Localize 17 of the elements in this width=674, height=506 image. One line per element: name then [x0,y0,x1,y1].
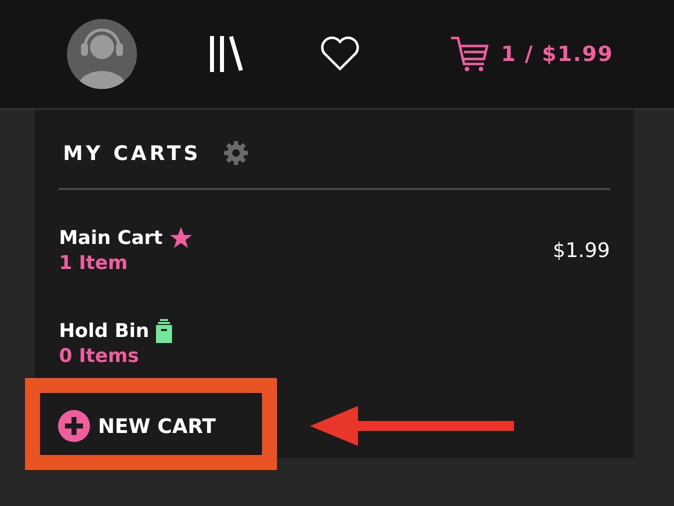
library-icon[interactable] [210,36,244,72]
star-icon [168,226,193,250]
cart-name: Hold Bin [59,319,150,343]
menu-title: MY CARTS [63,141,202,165]
cart-total: $1.99 [552,238,610,262]
bin-icon [155,319,174,343]
heart-icon[interactable] [319,36,361,72]
cart-icon [451,36,489,72]
cart-item[interactable]: Main Cart 1 Item $1.99 [59,225,610,275]
item-count: 0 Items [59,344,140,368]
avatar-icon[interactable] [67,19,137,89]
cart-button[interactable]: 1 / $1.99 [451,36,614,72]
item-count: 1 Item [59,251,129,275]
plus-icon [58,410,90,442]
settings-icon[interactable] [223,140,250,166]
cart-item[interactable]: Hold Bin 0 Items [59,318,610,368]
cart-name: Main Cart [59,226,163,250]
